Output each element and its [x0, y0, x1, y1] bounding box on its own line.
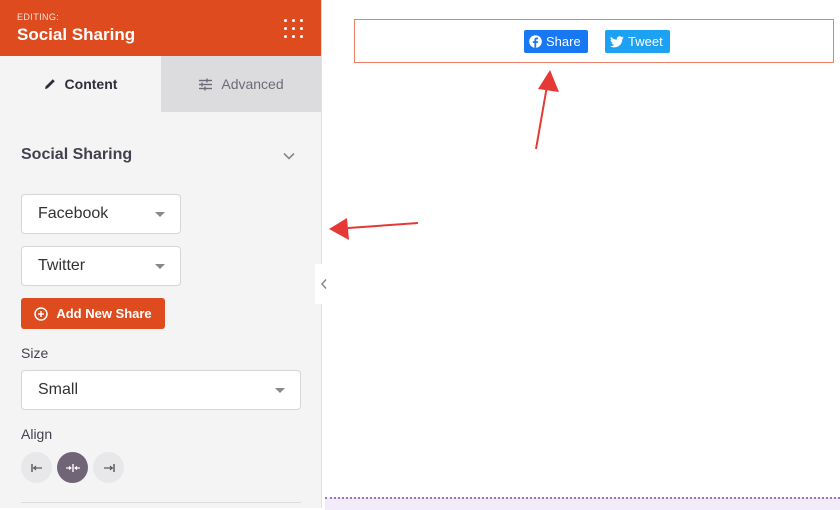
- share-select-value: Facebook: [38, 205, 109, 222]
- tab-content[interactable]: Content: [0, 56, 160, 112]
- add-new-share-button[interactable]: Add New Share: [21, 298, 165, 329]
- align-right-icon: [103, 463, 115, 472]
- chevron-down-icon[interactable]: [281, 148, 297, 164]
- editing-label: EDITING:: [17, 12, 60, 22]
- size-select[interactable]: Small: [21, 370, 301, 410]
- editor-panel: EDITING: Social Sharing Content Advanced…: [0, 0, 322, 508]
- twitter-tweet-label: Tweet: [628, 34, 663, 49]
- share-select-facebook[interactable]: Facebook: [21, 194, 181, 234]
- facebook-icon: [529, 35, 542, 48]
- tab-advanced[interactable]: Advanced: [161, 56, 321, 112]
- section-title: Social Sharing: [21, 146, 133, 163]
- section-divider: [21, 502, 301, 503]
- align-right-button[interactable]: [93, 452, 124, 483]
- tab-advanced-label: Advanced: [221, 76, 284, 92]
- panel-title: Social Sharing: [17, 25, 136, 44]
- size-select-value: Small: [38, 381, 79, 398]
- arrow-to-preview: [535, 70, 559, 150]
- align-left-button[interactable]: [21, 452, 52, 483]
- panel-tabs: Content Advanced: [0, 56, 321, 112]
- facebook-share-label: Share: [546, 34, 581, 49]
- next-section-outline: [325, 497, 840, 510]
- twitter-tweet-button[interactable]: Tweet: [605, 30, 670, 53]
- size-label: Size: [21, 345, 49, 361]
- plus-circle-icon: [34, 306, 49, 321]
- align-center-button[interactable]: [57, 452, 88, 483]
- pencil-icon: [44, 79, 55, 89]
- sliders-icon: [199, 78, 213, 90]
- add-new-share-label: Add New Share: [56, 306, 152, 321]
- caret-down-icon: [155, 264, 165, 269]
- align-label: Align: [21, 426, 53, 442]
- chevron-left-icon: [320, 279, 327, 289]
- share-select-value: Twitter: [38, 257, 86, 274]
- arrow-to-panel: [329, 218, 419, 240]
- align-left-icon: [30, 463, 42, 472]
- social-sharing-preview[interactable]: Share Tweet: [354, 19, 834, 63]
- caret-down-icon: [155, 212, 165, 217]
- facebook-share-button[interactable]: Share: [524, 30, 588, 53]
- grid-dots-icon[interactable]: [282, 17, 306, 41]
- share-select-twitter[interactable]: Twitter: [21, 246, 181, 286]
- panel-header: EDITING: Social Sharing: [0, 0, 321, 56]
- align-center-icon: [65, 463, 80, 472]
- tab-content-label: Content: [64, 76, 118, 92]
- collapse-panel-handle[interactable]: [315, 264, 333, 304]
- caret-down-icon: [275, 388, 285, 393]
- twitter-bird-icon: [610, 35, 624, 47]
